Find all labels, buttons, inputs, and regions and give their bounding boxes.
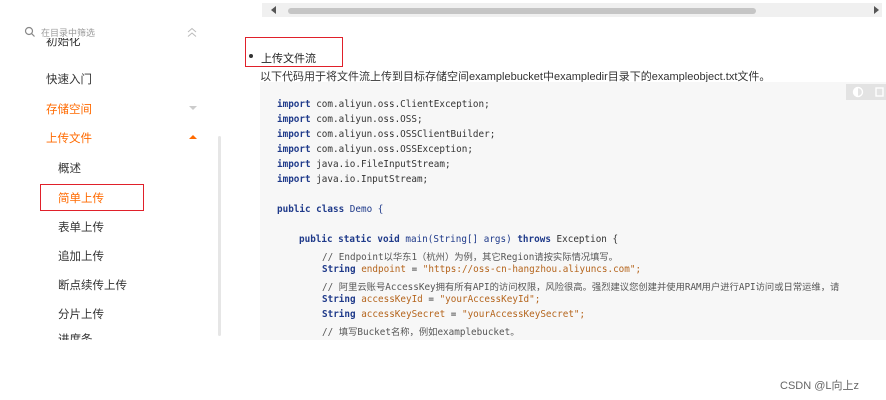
- code-line-import-1: import com.aliyun.oss.ClientException;: [277, 99, 490, 110]
- sidebar-item-progress[interactable]: 进度条: [58, 332, 93, 340]
- code-line-comment-endpoint: // Endpoint以华东1（杭州）为例，其它Region请按实际情况填写。: [322, 252, 618, 263]
- code-line-import-2: import com.aliyun.oss.OSS;: [277, 114, 423, 125]
- code-line-class: public class Demo {: [277, 204, 384, 215]
- theme-toggle-icon[interactable]: [852, 86, 864, 98]
- caret-down-icon[interactable]: [188, 105, 198, 111]
- sidebar-search[interactable]: 在目录中筛选: [24, 25, 204, 39]
- sidebar-item-overview[interactable]: 概述: [58, 160, 81, 176]
- sidebar-item-bucket[interactable]: 存储空间: [46, 101, 92, 117]
- watermark: CSDN @L向上z: [780, 380, 860, 392]
- sidebar-item-upload[interactable]: 上传文件: [46, 130, 92, 146]
- code-line-main: public static void main(String[] args) t…: [299, 234, 619, 245]
- sidebar-item-init[interactable]: 初始化: [46, 38, 81, 52]
- copy-icon[interactable]: [874, 86, 886, 98]
- sidebar: 在目录中筛选 初始化 快速入门 存储空间 上传文件 概述 简单上传 表单上传 追…: [0, 0, 222, 340]
- code-line-secret: String accessKeySecret = "yourAccessKeyS…: [322, 309, 586, 320]
- sidebar-item-resumable-upload[interactable]: 断点续传上传: [58, 277, 127, 293]
- sidebar-item-quickstart[interactable]: 快速入门: [46, 71, 92, 87]
- caret-up-icon[interactable]: [188, 134, 198, 140]
- code-line-comment-bucket: // 填写Bucket名称，例如examplebucket。: [322, 327, 520, 338]
- search-icon: [24, 26, 35, 37]
- code-line-import-4: import com.aliyun.oss.OSSException;: [277, 144, 473, 155]
- code-line-comment-key: // 阿里云账号AccessKey拥有所有API的访问权限，风险很高。强烈建议您…: [322, 282, 840, 293]
- sidebar-item-multipart-upload[interactable]: 分片上传: [58, 306, 104, 322]
- sidebar-item-form-upload[interactable]: 表单上传: [58, 219, 104, 235]
- sidebar-scrollbar[interactable]: [218, 136, 221, 336]
- scroll-left-icon[interactable]: [271, 6, 277, 14]
- sidebar-item-append-upload[interactable]: 追加上传: [58, 248, 104, 264]
- code-line-endpoint: String endpoint = "https://oss-cn-hangzh…: [322, 264, 642, 275]
- code-line-keyid: String accessKeyId = "yourAccessKeyId";: [322, 294, 541, 305]
- collapse-up-icon[interactable]: [186, 26, 198, 40]
- section-title-highlight: [245, 37, 343, 67]
- search-input[interactable]: 在目录中筛选: [41, 26, 95, 39]
- horizontal-scroll-thumb[interactable]: [288, 8, 756, 14]
- scroll-right-icon[interactable]: [873, 6, 879, 14]
- code-line-import-3: import com.aliyun.oss.OSSClientBuilder;: [277, 129, 496, 140]
- code-line-import-5: import java.io.FileInputStream;: [277, 159, 451, 170]
- code-line-import-6: import java.io.InputStream;: [277, 174, 429, 185]
- simple-upload-highlight: [40, 184, 144, 211]
- code-toolbar: [846, 84, 886, 100]
